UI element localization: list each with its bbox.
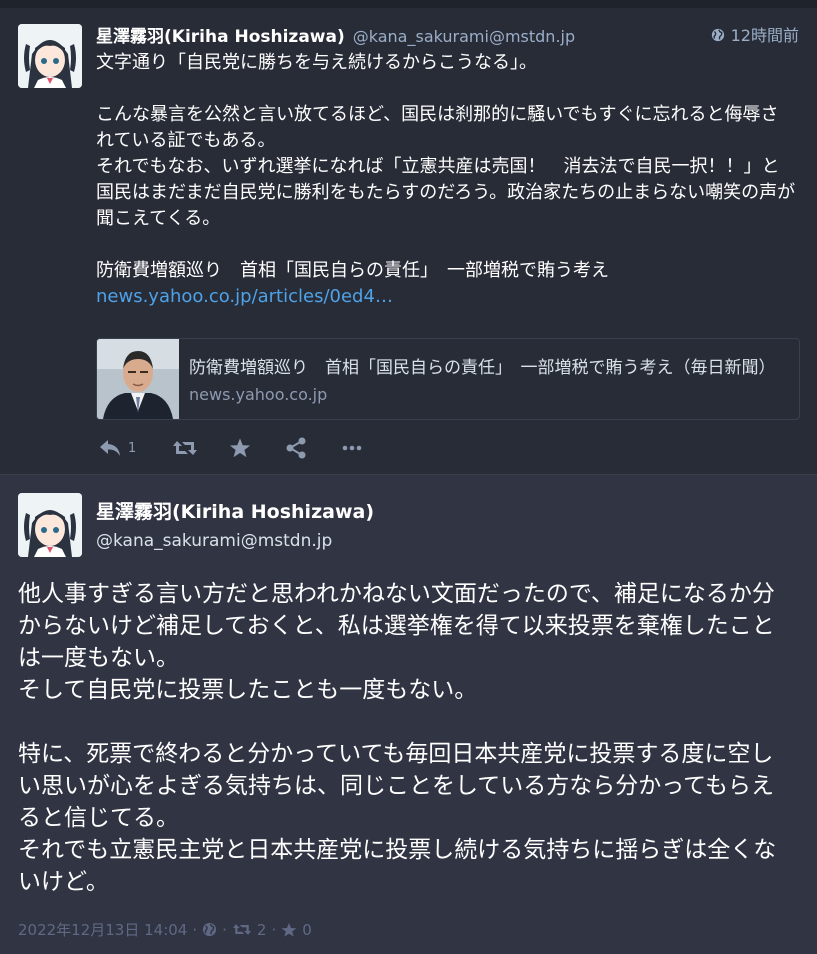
reply-button[interactable]: 1 <box>98 433 136 463</box>
star-icon <box>281 922 297 937</box>
link-preview-card[interactable]: 防衛費増額巡り 首相「国民自らの責任」 一部増税で賄う考え（毎日新聞） news… <box>96 338 800 420</box>
reply-count: 1 <box>128 440 137 456</box>
account-handle[interactable]: @kana_sakurami@mstdn.jp <box>96 531 332 551</box>
article-link[interactable]: news.yahoo.co.jp/articles/0ed4… <box>96 286 393 307</box>
paragraph-2-line-1: 特に、死票で終わると分かっていても毎回日本共産党に投票する度に空しい思いが心をよ… <box>18 741 775 831</box>
reply-icon <box>100 440 120 456</box>
more-button[interactable] <box>341 433 363 463</box>
more-icon <box>342 445 362 451</box>
status-meta: 2022年12月13日 14:04 · · 2 · 0 <box>18 919 312 940</box>
boost-count: 2 <box>256 920 267 939</box>
share-icon <box>286 437 306 459</box>
card-thumbnail <box>97 339 179 419</box>
status-post[interactable]: 星澤霧羽(Kiriha Hoshizawa) @kana_sakurami@mst… <box>0 8 817 474</box>
paragraph-1: 文字通り「自民党に勝ちを与え続けるからこうなる」。 <box>96 52 537 73</box>
paragraph-3: 防衛費増額巡り 首相「国民自らの責任」 一部増税で賄う考え <box>96 260 609 281</box>
share-button[interactable] <box>285 433 307 463</box>
display-name[interactable]: 星澤霧羽(Kiriha Hoshizawa) @kana_sakurami@mst… <box>96 22 575 47</box>
paragraph-2-line-2: それでもなお、いずれ選挙になれば「立憲共産は売国！ 消去法で自民一択！！」と国民… <box>96 156 796 229</box>
boost-button[interactable] <box>172 433 198 463</box>
boost-icon <box>173 441 197 455</box>
display-name-text[interactable]: 星澤霧羽(Kiriha Hoshizawa) <box>96 27 345 47</box>
display-name[interactable]: 星澤霧羽(Kiriha Hoshizawa) <box>96 497 374 524</box>
globe-icon <box>203 922 217 937</box>
paragraph-2-line-1: こんな暴言を公然と言い放てるほど、国民は刹那的に騒いでもすぐに忘れると侮辱されて… <box>96 104 779 151</box>
favourite-button[interactable] <box>229 433 251 463</box>
favourite-count: 0 <box>302 920 312 939</box>
card-domain: news.yahoo.co.jp <box>189 385 328 404</box>
favourite-count-link[interactable]: 0 <box>281 921 312 939</box>
account-handle[interactable]: @kana_sakurami@mstdn.jp <box>353 27 575 46</box>
status-content: 文字通り「自民党に勝ちを与え続けるからこうなる」。 こんな暴言を公然と言い放てる… <box>96 50 796 310</box>
star-icon <box>229 438 251 458</box>
separator: · <box>271 920 277 939</box>
separator: · <box>192 920 198 939</box>
paragraph-2-line-2: それでも立憲民主党と日本共産党に投票し続ける気持ちに揺らぎは全くないけど。 <box>18 837 777 895</box>
paragraph-1-line-1: 他人事すぎる言い方だと思われかねない文面だったので、補足になるか分からないけど補… <box>18 581 775 671</box>
globe-icon <box>711 28 724 42</box>
avatar[interactable] <box>18 493 82 557</box>
detailed-status: 星澤霧羽(Kiriha Hoshizawa) @kana_sakurami@ms… <box>0 475 817 954</box>
top-bar <box>0 0 817 8</box>
boost-count-link[interactable]: 2 <box>232 920 267 939</box>
relative-time[interactable]: 12時間前 <box>711 22 799 46</box>
avatar[interactable] <box>18 24 82 88</box>
time-text[interactable]: 12時間前 <box>731 26 799 45</box>
card-title[interactable]: 防衛費増額巡り 首相「国民自らの責任」 一部増税で賄う考え（毎日新聞） <box>189 353 779 378</box>
paragraph-1-line-2: そして自民党に投票したことも一度もない。 <box>18 677 478 703</box>
boost-icon <box>232 924 251 935</box>
separator: · <box>222 920 227 939</box>
timestamp[interactable]: 2022年12月13日 14:04 <box>18 919 187 940</box>
status-content: 他人事すぎる言い方だと思われかねない文面だったので、補足になるか分からないけど補… <box>18 578 793 898</box>
